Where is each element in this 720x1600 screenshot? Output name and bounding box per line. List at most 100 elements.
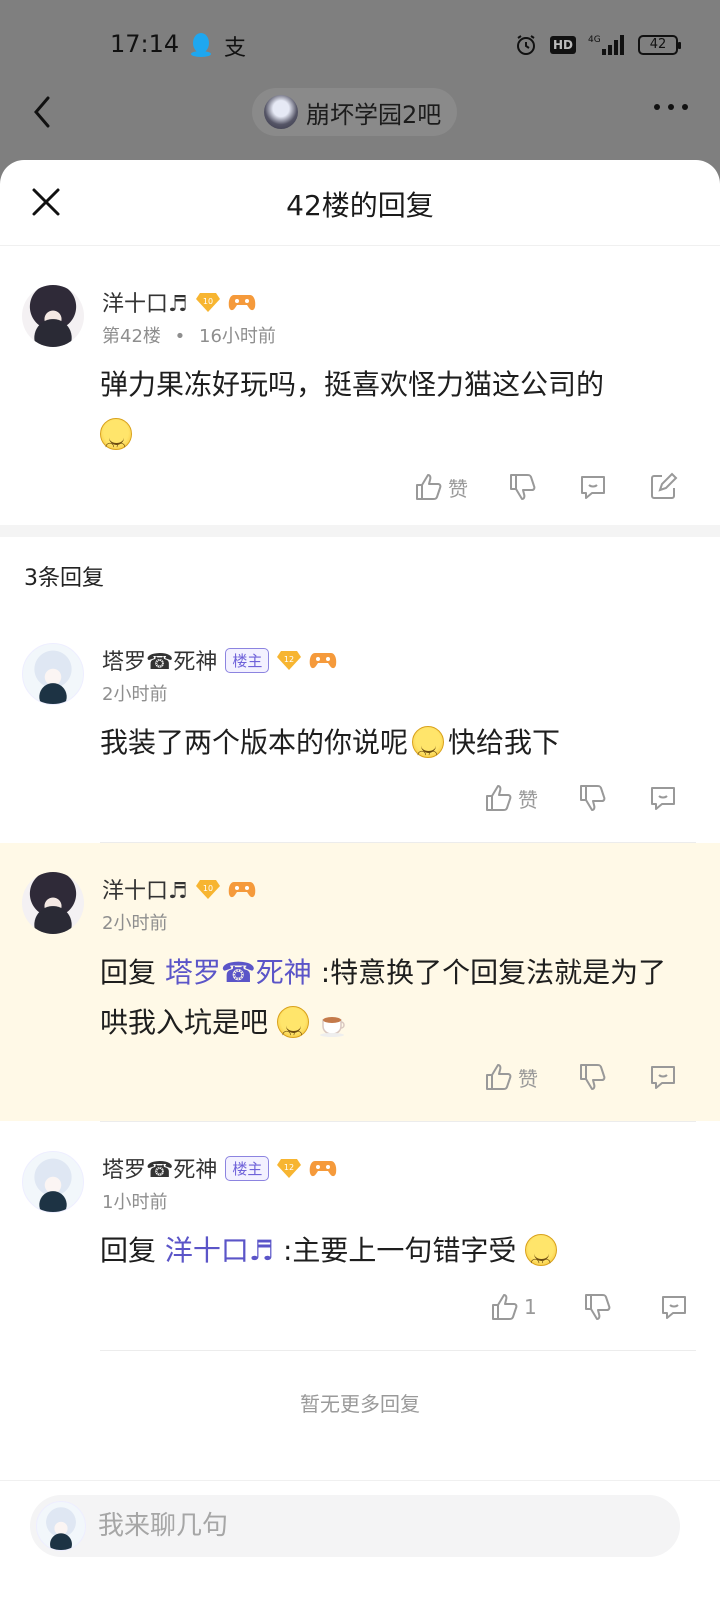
reply-text-body: :主要上一句错字受	[282, 1234, 517, 1267]
comment-icon	[661, 1296, 686, 1319]
post-time: 16小时前	[199, 326, 276, 347]
level-badge-icon: 10	[195, 293, 220, 312]
avatar[interactable]	[22, 1151, 84, 1213]
reply-text-a: 我装了两个版本的你说呢	[100, 726, 409, 759]
comment-button[interactable]	[659, 1292, 689, 1322]
top-nav: 崩坏学园2吧	[0, 80, 720, 150]
bottom-bar	[0, 1480, 720, 1600]
alipay-icon: 支	[224, 36, 247, 61]
level-badge-icon: 12	[277, 1159, 302, 1178]
dislike-button[interactable]	[578, 1062, 608, 1092]
reply-time: 2小时前	[102, 684, 168, 705]
status-time: 17:14	[110, 30, 180, 58]
like-label: 赞	[518, 1066, 538, 1091]
edit-icon	[651, 472, 678, 499]
comment-button[interactable]	[578, 472, 608, 502]
username-row: 塔罗☎死神 楼主 12	[102, 644, 337, 676]
battery-icon: 42	[638, 35, 681, 55]
divider	[100, 1121, 696, 1122]
sheet-title: 42楼的回复	[286, 189, 434, 222]
dislike-button[interactable]	[583, 1292, 613, 1322]
like-button[interactable]: 赞	[484, 783, 538, 813]
username-row: 塔罗☎死神 楼主 12	[102, 1152, 337, 1184]
mention-link[interactable]: 洋十口♬	[165, 1234, 274, 1267]
meta-separator: •	[174, 326, 186, 347]
gamepad-icon	[310, 1161, 337, 1177]
edit-button[interactable]	[648, 472, 678, 502]
reply-prefix: 回复	[100, 1234, 157, 1267]
level-badge-icon: 10	[195, 880, 220, 899]
username[interactable]: 洋十口♬	[102, 286, 188, 318]
forum-name: 崩坏学园2吧	[306, 100, 442, 129]
reply-text: 回复 塔罗☎死神 :特意换了个回复法就是为了哄我入坑是吧	[100, 948, 690, 1060]
like-button[interactable]: 赞	[484, 1062, 538, 1092]
reply-time: 2小时前	[102, 913, 168, 934]
reply-prefix: 回复	[100, 956, 157, 989]
thumb-up-icon	[492, 1294, 518, 1320]
username[interactable]: 洋十口♬	[102, 873, 188, 905]
coffee-cup-icon	[319, 1017, 345, 1037]
smile-emoji-icon	[412, 726, 445, 780]
mention-link[interactable]: 塔罗☎死神	[165, 956, 312, 989]
thumb-down-icon	[580, 1064, 606, 1090]
reply-text: 我装了两个版本的你说呢 快给我下	[100, 718, 690, 780]
username[interactable]: 塔罗☎死神	[102, 1152, 217, 1184]
username[interactable]: 塔罗☎死神	[102, 644, 217, 676]
avatar[interactable]	[22, 643, 84, 705]
reply-actions: 赞	[484, 783, 678, 813]
forum-pill[interactable]: 崩坏学园2吧	[252, 88, 458, 136]
reply-count: 3条回复	[24, 566, 104, 591]
status-bar: 17:14 支 HD 4G 42	[0, 0, 720, 90]
back-icon[interactable]	[28, 92, 58, 132]
qq-icon	[191, 33, 211, 57]
thumb-down-icon	[580, 785, 606, 811]
avatar[interactable]	[22, 872, 84, 934]
post-text: 弹力果冻好玩吗，挺喜欢怪力猫这公司的	[100, 360, 690, 472]
signal-icon: 4G	[588, 32, 626, 58]
like-count: 1	[524, 1295, 537, 1319]
svg-text:12: 12	[284, 655, 294, 664]
comment-button[interactable]	[648, 783, 678, 813]
no-more-replies: 暂无更多回复	[300, 1392, 420, 1416]
more-icon[interactable]	[654, 104, 688, 110]
like-label: 赞	[518, 787, 538, 812]
comment-icon	[651, 787, 675, 810]
like-button[interactable]: 赞	[414, 472, 468, 502]
gamepad-icon	[310, 653, 337, 669]
like-button[interactable]: 1	[490, 1292, 537, 1322]
level-badge-icon: 12	[277, 651, 302, 670]
comment-button[interactable]	[648, 1062, 678, 1092]
reply-time: 1小时前	[102, 1192, 168, 1213]
reply-input-wrap[interactable]	[30, 1495, 680, 1557]
divider	[100, 1350, 696, 1351]
status-icons: HD 4G 42	[514, 32, 681, 58]
thumb-up-icon	[486, 785, 512, 811]
svg-text:10: 10	[203, 297, 213, 306]
thumb-down-icon	[510, 474, 536, 500]
thumb-up-icon	[486, 1064, 512, 1090]
avatar[interactable]	[22, 285, 84, 347]
reply-text: 回复 洋十口♬ :主要上一句错字受	[100, 1226, 690, 1288]
dislike-button[interactable]	[508, 472, 538, 502]
reply-actions: 赞	[484, 1062, 678, 1092]
reply-input[interactable]	[98, 1495, 658, 1557]
post-meta: 第42楼 • 16小时前	[102, 322, 276, 348]
dislike-button[interactable]	[578, 783, 608, 813]
reply-actions: 1	[490, 1292, 689, 1322]
comment-icon	[581, 476, 605, 499]
alarm-icon	[516, 35, 535, 55]
forum-avatar	[264, 95, 298, 129]
reply-sheet: 42楼的回复 洋十口♬ 10 第42楼 • 16小时前 弹力果冻好玩吗，挺喜欢怪…	[0, 160, 720, 1600]
op-badge: 楼主	[225, 1155, 270, 1181]
post-actions: 赞	[414, 472, 678, 502]
hd-icon: HD	[549, 36, 576, 54]
svg-text:10: 10	[203, 884, 213, 893]
floor-label: 第42楼	[102, 326, 161, 347]
reply-text-b: 快给我下	[448, 726, 561, 759]
username-row: 洋十口♬ 10	[102, 286, 256, 318]
thumb-up-icon	[416, 474, 442, 500]
svg-text:4G: 4G	[588, 35, 601, 45]
thumb-down-icon	[584, 1294, 611, 1320]
comment-icon	[651, 1066, 675, 1089]
smile-emoji-icon	[525, 1234, 558, 1288]
